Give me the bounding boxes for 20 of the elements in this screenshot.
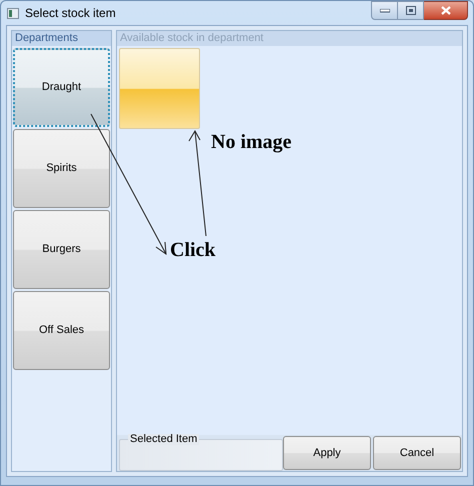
minimize-button[interactable] [371,1,398,20]
department-button[interactable]: Draught [13,48,110,127]
maximize-button[interactable] [398,1,424,20]
maximize-icon [406,6,416,15]
panel-header: Departments [15,33,78,44]
minimize-icon [380,8,390,12]
app-icon [7,8,19,18]
annotation-label: No image [211,132,292,152]
panel-header: Available stock in department [120,33,264,44]
group-label: Selected Item [128,434,200,445]
close-icon [440,6,450,15]
department-button[interactable]: Off Sales [13,291,110,370]
department-button[interactable]: Spirits [13,129,110,208]
close-button[interactable] [424,1,468,20]
stock-item-tile[interactable] [119,48,200,129]
window-title: Select stock item [25,5,116,22]
department-button[interactable]: Burgers [13,210,110,289]
annotation-label: Click [170,240,216,260]
dialog-button[interactable]: Apply [283,436,371,470]
dialog-button[interactable]: Cancel [373,436,461,470]
